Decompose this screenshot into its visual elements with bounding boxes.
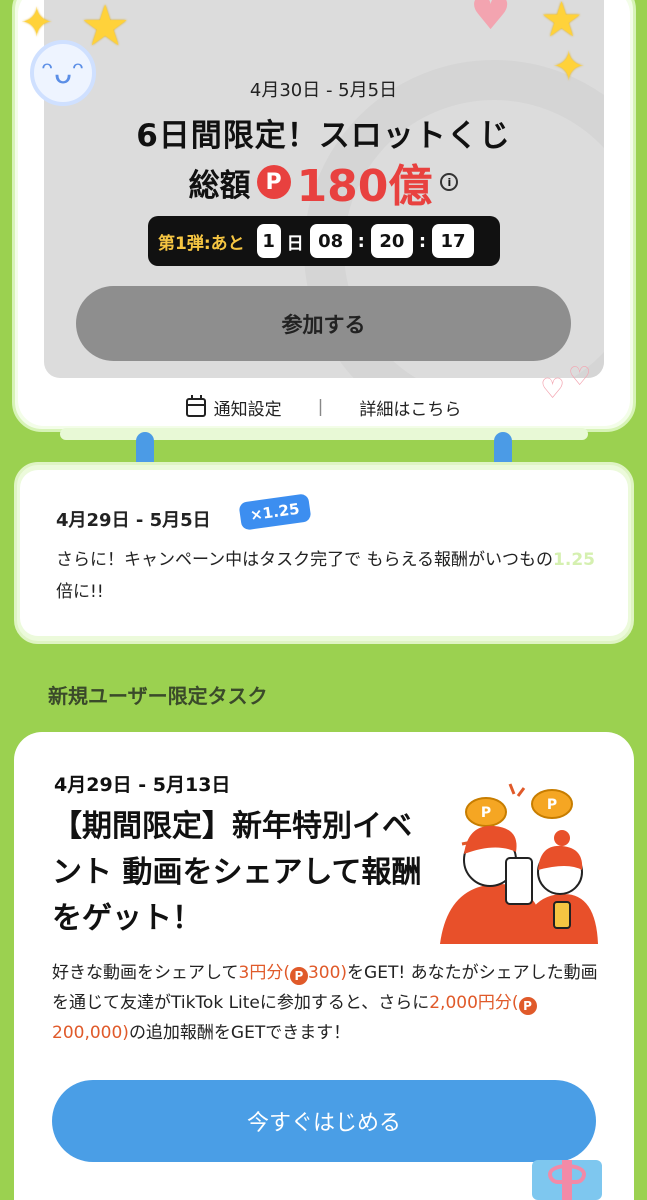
point-coin-icon: P <box>518 997 537 1015</box>
slot-date-range: 4月30日 - 5月5日 <box>249 80 398 101</box>
slot-title: 6日間限定！スロットくじ <box>136 118 511 154</box>
task-title: 【期間限定】新年特別イベント 動画をシェアして報酬をゲット！ <box>52 809 422 936</box>
countdown-prefix: 第1弾:あと <box>158 233 245 254</box>
details-link[interactable]: 詳細はこちら <box>359 395 461 420</box>
task-description: 好きな動画をシェアして3円分(P 300)をGET! あなたがシェアした動画を通じ… <box>52 958 604 1048</box>
coin-icon: P <box>465 797 507 827</box>
join-button[interactable]: 参加する <box>76 286 571 361</box>
countdown-separator: : <box>357 230 365 252</box>
heart-icon: ♥ <box>470 0 512 40</box>
info-icon[interactable]: i <box>440 173 459 191</box>
slot-links: 通知設定 | 詳細はこちら <box>0 392 647 422</box>
gift-bow-icon <box>548 1164 586 1184</box>
bonus-multiplier-highlight: 1.25 <box>553 550 595 570</box>
task-desc-part-1: 好きな動画をシェアして <box>52 963 239 983</box>
countdown-days-unit: 日 <box>286 233 304 254</box>
bonus-date-range: 4月29日 - 5月5日 <box>56 510 211 531</box>
countdown-seconds: 17 <box>432 224 475 258</box>
star-icon: ✦ <box>20 0 54 46</box>
friends-illustration: P P <box>440 783 598 944</box>
reward-2-points: 200,000) <box>52 1023 129 1043</box>
bonus-text-before: さらに！キャンペーン中はタスク完了で もらえる報酬がいつもの <box>56 550 554 570</box>
link-separator: | <box>317 397 324 417</box>
heart-icon: ♡ <box>568 362 592 392</box>
notify-settings-label: 通知設定 <box>213 399 282 420</box>
star-icon: ★ <box>540 0 584 48</box>
svg-text:P: P <box>547 797 557 813</box>
point-coin-icon: P <box>289 967 308 985</box>
reward-1-points: 300) <box>307 963 348 983</box>
notify-settings-link[interactable]: 通知設定 <box>185 394 282 420</box>
new-user-section-title: 新規ユーザー限定タスク <box>48 684 268 708</box>
task-desc-part-3: の追加報酬をGETできます！ <box>128 1023 351 1043</box>
start-now-button[interactable]: 今すぐはじめる <box>52 1080 596 1162</box>
slot-total: 総額 P 180億 i <box>0 152 647 212</box>
reward-2-yen: 2,000円分( <box>429 993 519 1013</box>
countdown-timer: 第1弾:あと 1 日 08 : 20 : 17 <box>148 216 500 266</box>
coin-icon: P <box>531 789 573 819</box>
countdown-separator: : <box>418 230 427 252</box>
task-date-range: 4月29日 - 5月13日 <box>54 774 231 796</box>
countdown-days: 1 <box>256 224 281 258</box>
total-label: 総額 <box>188 167 251 204</box>
reward-1-yen: 3円分( <box>238 963 290 983</box>
countdown-hours: 08 <box>309 224 352 258</box>
svg-text:P: P <box>481 805 491 821</box>
calendar-icon <box>185 394 206 417</box>
bonus-text-after: 倍に!! <box>56 582 104 602</box>
countdown-minutes: 20 <box>370 224 413 258</box>
bonus-description: さらに！キャンペーン中はタスク完了で もらえる報酬がいつもの1.25 倍に!! <box>56 544 602 608</box>
total-amount: 180億 <box>296 161 433 212</box>
star-icon: ★ <box>80 0 131 59</box>
point-coin-icon: P <box>256 165 291 199</box>
